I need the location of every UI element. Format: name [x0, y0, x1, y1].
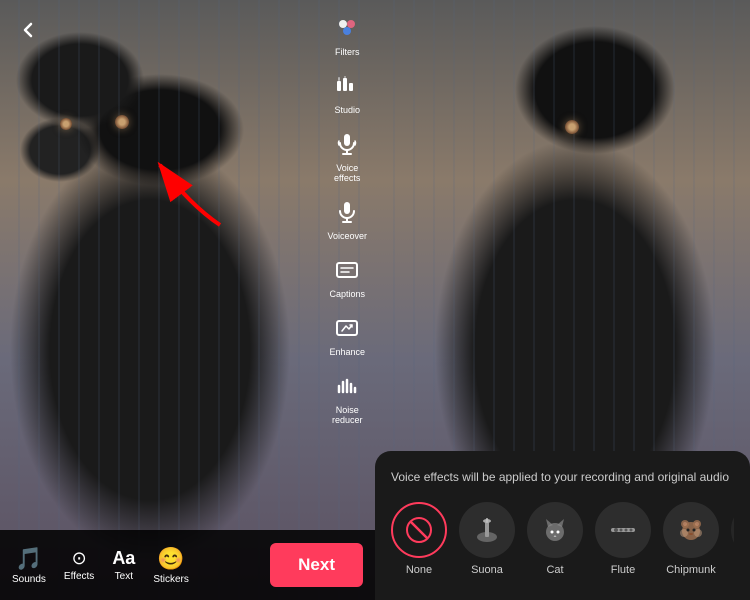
voice-effect-cat[interactable]: Cat [527, 502, 583, 576]
toolbar-item-filters[interactable]: Filters [329, 10, 365, 58]
toolbar-item-voiceover[interactable]: Voiceover [327, 194, 367, 242]
none-circle [391, 502, 447, 558]
text-icon: Aa [112, 548, 135, 569]
right-panel: Voice effects will be applied to your re… [375, 0, 750, 600]
bottom-bar: 🎵 Sounds ⊙ Effects Aa Text 😊 Stickers Ne… [0, 530, 375, 600]
voice-effects-list: None Suona [391, 502, 734, 584]
fabric-texture [0, 0, 375, 600]
sounds-tool[interactable]: 🎵 Sounds [12, 546, 46, 585]
studio-label: Studio [334, 105, 360, 116]
dog-eye-2 [60, 118, 72, 130]
voice-effects-icon [329, 126, 365, 162]
none-label: None [406, 564, 432, 576]
dog-eye-1 [115, 115, 129, 129]
voice-effect-suona[interactable]: Suona [459, 502, 515, 576]
flute-circle [595, 502, 651, 558]
chipmunk-circle [663, 502, 719, 558]
back-button[interactable] [16, 18, 40, 48]
text-tool[interactable]: Aa Text [112, 548, 135, 582]
effects-label: Effects [64, 571, 94, 582]
right-toolbar: Filters Studio [327, 10, 367, 426]
sounds-label: Sounds [12, 574, 46, 585]
right-dog-eye [565, 120, 579, 134]
filters-label: Filters [335, 47, 360, 58]
flute-label: Flute [611, 564, 635, 576]
suona-circle [459, 502, 515, 558]
toolbar-item-noise-reducer[interactable]: Noisereducer [329, 368, 365, 427]
toolbar-item-voice-effects[interactable]: Voiceeffects [329, 126, 365, 185]
filters-icon [329, 10, 365, 46]
cat-label: Cat [546, 564, 563, 576]
voice-effects-description: Voice effects will be applied to your re… [391, 469, 734, 486]
bottom-tools: 🎵 Sounds ⊙ Effects Aa Text 😊 Stickers [12, 546, 189, 585]
voice-effect-none[interactable]: None [391, 502, 447, 576]
captions-label: Captions [329, 289, 365, 300]
left-panel: Filters Studio [0, 0, 375, 600]
toolbar-item-captions[interactable]: Captions [329, 252, 365, 300]
sounds-icon: 🎵 [15, 546, 42, 572]
toolbar-item-enhance[interactable]: Enhance [329, 310, 365, 358]
voice-effects-panel: Voice effects will be applied to your re… [375, 451, 750, 600]
enhance-label: Enhance [329, 347, 365, 358]
voice-effect-chipmunk[interactable]: Chipmunk [663, 502, 719, 576]
text-label: Text [115, 571, 133, 582]
chipmunk-label: Chipmunk [666, 564, 716, 576]
suona-label: Suona [471, 564, 503, 576]
bass-circle [731, 502, 734, 558]
effects-icon: ⊙ [72, 548, 87, 569]
stickers-icon: 😊 [157, 546, 184, 572]
noise-reducer-label: Noisereducer [332, 405, 363, 427]
noise-reducer-icon [329, 368, 365, 404]
studio-icon [329, 68, 365, 104]
stickers-label: Stickers [153, 574, 189, 585]
captions-icon [329, 252, 365, 288]
voice-effect-bass[interactable]: Ba... [731, 502, 734, 576]
stickers-tool[interactable]: 😊 Stickers [153, 546, 189, 585]
toolbar-item-studio[interactable]: Studio [329, 68, 365, 116]
effects-tool[interactable]: ⊙ Effects [64, 548, 94, 582]
cat-circle [527, 502, 583, 558]
voice-effect-flute[interactable]: Flute [595, 502, 651, 576]
voiceover-label: Voiceover [327, 231, 367, 242]
enhance-icon [329, 310, 365, 346]
next-button[interactable]: Next [270, 543, 363, 587]
voiceover-icon [329, 194, 365, 230]
voice-effects-label: Voiceeffects [334, 163, 360, 185]
